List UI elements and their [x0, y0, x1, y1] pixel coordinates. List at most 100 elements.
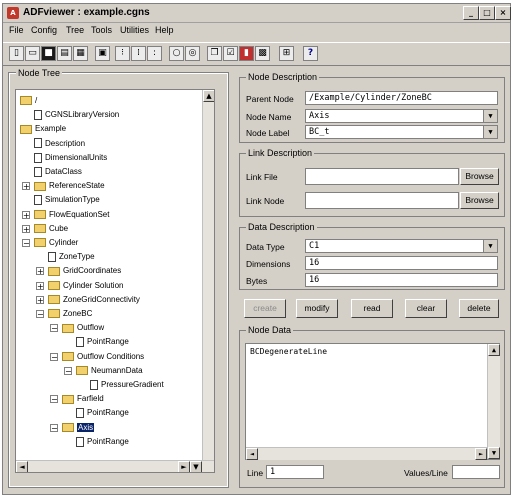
tree-node[interactable]: GridCoordinates [48, 264, 121, 278]
tree-level-icon[interactable]: : [147, 46, 162, 61]
maximize-button[interactable]: □ [479, 6, 495, 20]
clear-button[interactable]: clear [405, 299, 447, 318]
node-data-textarea[interactable]: BCDegenerateLine ▲ ▼ ◄ ► [245, 343, 500, 460]
tree-node[interactable]: Cylinder Solution [48, 279, 123, 293]
scroll-down-button[interactable]: ▼ [190, 461, 202, 472]
menu-tools[interactable]: Tools [91, 25, 112, 35]
scroll-down-button[interactable]: ▼ [488, 447, 500, 459]
tree-node[interactable]: Description [34, 137, 85, 151]
read-button[interactable]: read [351, 299, 393, 318]
tree-expander[interactable]: − [36, 310, 44, 319]
tree-collapse-icon[interactable]: ⁞ [131, 46, 146, 61]
grid-icon[interactable]: ▩ [255, 46, 270, 61]
tree-node[interactable]: FlowEquationSet [34, 208, 109, 222]
new-file-icon[interactable]: ▯ [9, 46, 24, 61]
menu-tree[interactable]: Tree [66, 25, 84, 35]
scroll-up-button[interactable]: ▲ [488, 344, 500, 356]
tree-node-label: DataClass [45, 167, 82, 176]
browse-file-button[interactable]: Browse [460, 168, 499, 185]
menu-utilities[interactable]: Utilities [120, 25, 149, 35]
find-icon[interactable]: ○ [169, 46, 184, 61]
tree-vertical-scrollbar[interactable]: ▲ [202, 90, 214, 460]
close-button[interactable]: × [495, 6, 511, 20]
delete-button[interactable]: delete [459, 299, 499, 318]
scroll-right-button[interactable]: ► [178, 461, 190, 472]
node-data-horizontal-scrollbar[interactable]: ◄ ► [246, 447, 487, 460]
tree-node[interactable]: SimulationType [34, 193, 100, 207]
minimize-button[interactable]: _ [463, 6, 479, 20]
chevron-down-icon[interactable]: ▼ [483, 110, 497, 122]
tree-node[interactable]: PressureGradient [90, 378, 164, 392]
tree-node[interactable]: ZoneGridConnectivity [48, 293, 140, 307]
tree-node[interactable]: PointRange [76, 406, 129, 420]
link-file-field[interactable] [305, 168, 459, 185]
scroll-right-button[interactable]: ► [475, 448, 487, 460]
dimensions-field[interactable]: 16 [305, 256, 498, 270]
tree-expander[interactable]: − [50, 423, 58, 432]
scroll-left-button[interactable]: ◄ [16, 461, 28, 472]
tree-node[interactable]: Cylinder [34, 236, 78, 250]
save-icon[interactable]: ■ [41, 46, 56, 61]
help-icon[interactable]: ? [303, 46, 318, 61]
tree-expander[interactable]: − [64, 366, 72, 375]
tree-node[interactable]: DimensionalUnits [34, 151, 107, 165]
node-data-vertical-scrollbar[interactable]: ▲ ▼ [487, 344, 500, 459]
tree-node[interactable]: DataClass [34, 165, 82, 179]
browse-node-button[interactable]: Browse [460, 192, 499, 209]
tree-expander[interactable]: + [22, 182, 30, 191]
tree-expander[interactable]: − [50, 324, 58, 333]
tree-node[interactable]: ZoneBC [48, 307, 92, 321]
find-next-icon[interactable]: ◎ [185, 46, 200, 61]
tree-expander[interactable]: + [22, 210, 30, 219]
values-per-line-field[interactable] [452, 465, 500, 479]
node-label-combo[interactable]: BC_t ▼ [305, 125, 498, 139]
tree-expander[interactable]: + [36, 281, 44, 290]
link-icon[interactable]: ⊞ [279, 46, 294, 61]
node-name-combo[interactable]: Axis ▼ [305, 109, 498, 123]
tree-expander[interactable]: − [50, 395, 58, 404]
tree-expander[interactable]: − [50, 352, 58, 361]
tree-expander[interactable]: − [15, 125, 16, 133]
copy-icon[interactable]: ❐ [207, 46, 222, 61]
tree-expander[interactable]: − [22, 239, 30, 248]
tree-node[interactable]: Outflow Conditions [62, 350, 144, 364]
tree-node[interactable]: NeumannData [76, 364, 143, 378]
open-file-icon[interactable]: ▭ [25, 46, 40, 61]
tree-expander[interactable]: + [36, 267, 44, 276]
tree-node[interactable]: ZoneType [48, 250, 95, 264]
tree-expander[interactable]: + [22, 224, 30, 233]
tree-node[interactable]: ReferenceState [34, 179, 105, 193]
parent-node-field[interactable]: /Example/Cylinder/ZoneBC [305, 91, 498, 105]
create-button[interactable]: create [244, 299, 286, 318]
view-icon[interactable]: ▣ [95, 46, 110, 61]
line-field[interactable]: 1 [266, 465, 324, 479]
tree-horizontal-scrollbar[interactable]: ◄ ► ▼ [16, 460, 214, 472]
tree-node[interactable]: PointRange [76, 335, 129, 349]
tree-node[interactable]: / [20, 94, 37, 108]
tree-expand-icon[interactable]: ⁝ [115, 46, 130, 61]
tree-node[interactable]: Example [20, 122, 66, 136]
properties-icon[interactable]: ▦ [73, 46, 88, 61]
tree-node[interactable]: Outflow [62, 321, 104, 335]
tree-node[interactable]: Cube [34, 222, 68, 236]
node-tree[interactable]: / CGNSLibraryVersion − Example Description Di… [15, 89, 215, 473]
data-type-combo[interactable]: C1 ▼ [305, 239, 498, 253]
menu-config[interactable]: Config [31, 25, 57, 35]
tree-node[interactable]: PointRange [76, 435, 129, 449]
chevron-down-icon[interactable]: ▼ [483, 240, 497, 252]
tree-node[interactable]: CGNSLibraryVersion [34, 108, 119, 122]
tree-node[interactable]: Axis [62, 421, 95, 435]
scroll-left-button[interactable]: ◄ [246, 448, 258, 460]
link-node-field[interactable] [305, 192, 459, 209]
bytes-field[interactable]: 16 [305, 273, 498, 287]
scroll-up-button[interactable]: ▲ [203, 90, 214, 102]
tree-node[interactable]: Farfield [62, 392, 104, 406]
menu-help[interactable]: Help [155, 25, 174, 35]
menu-file[interactable]: File [9, 25, 24, 35]
plot-icon[interactable]: ▮ [239, 46, 254, 61]
save-as-icon[interactable]: ▤ [57, 46, 72, 61]
modify-button[interactable]: modify [296, 299, 338, 318]
check-icon[interactable]: ☑ [223, 46, 238, 61]
chevron-down-icon[interactable]: ▼ [483, 126, 497, 138]
tree-expander[interactable]: + [36, 295, 44, 304]
